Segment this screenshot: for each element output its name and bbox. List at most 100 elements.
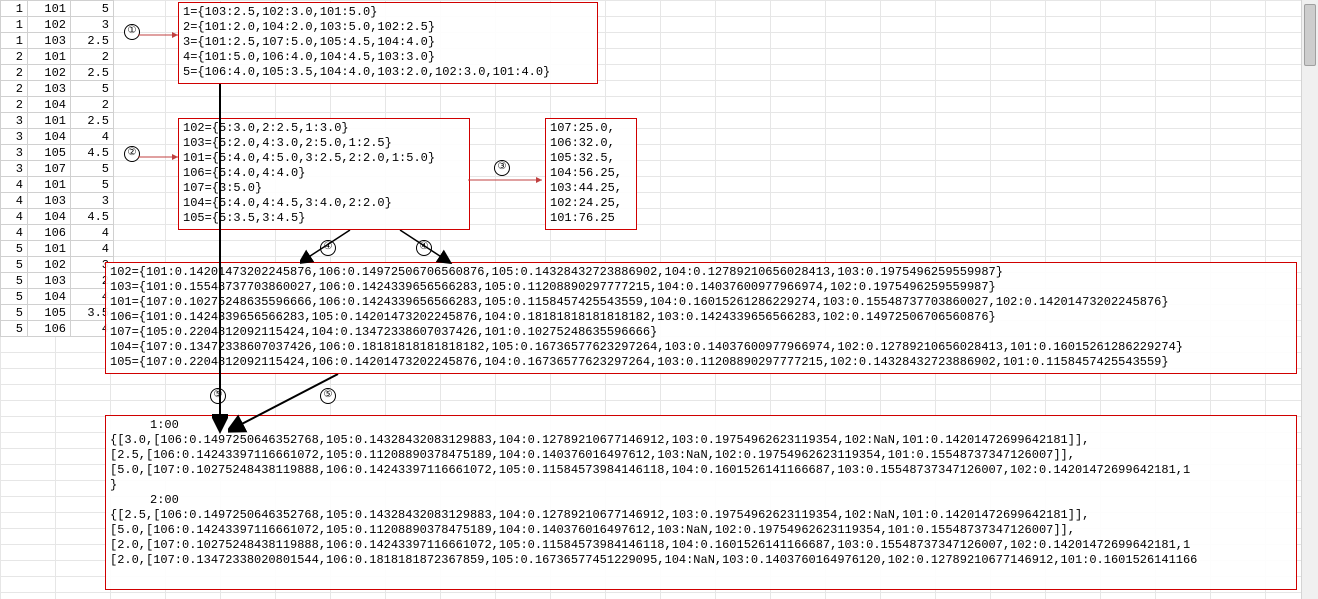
text-line: 101={107:0.10275248635596666,106:0.14243… [110,295,1292,310]
table-cell[interactable]: 101 [28,49,71,65]
table-cell[interactable]: 5 [71,1,114,17]
table-cell[interactable]: 102 [28,65,71,81]
table-cell[interactable]: 102 [28,257,71,273]
table-row: 51032 [1,273,114,289]
table-cell[interactable]: 4 [1,209,28,225]
arrow-5b [228,374,348,434]
table-cell[interactable]: 4 [1,177,28,193]
table-row: 21042 [1,97,114,113]
table-cell[interactable]: 103 [28,81,71,97]
table-row: 11015 [1,1,114,17]
table-cell[interactable]: 5 [1,241,28,257]
text-line: 102:24.25, [550,196,632,211]
table-cell[interactable]: 104 [28,209,71,225]
table-cell[interactable]: 5 [71,177,114,193]
table-row: 51044 [1,289,114,305]
text-line: 3={101:2.5,107:5.0,105:4.5,104:4.0} [183,35,593,50]
scrollbar-thumb[interactable] [1304,4,1316,66]
table-cell[interactable]: 3 [1,161,28,177]
table-cell[interactable]: 4 [71,129,114,145]
text-line: 101:76.25 [550,211,632,226]
text-line: 105={107:0.22048120921154᠎24,106:0.14201… [110,355,1292,370]
table-row: 11032.5 [1,33,114,49]
text-line: 107:25.0, [550,121,632,136]
table-cell[interactable]: 103 [28,33,71,49]
table-cell[interactable]: 101 [28,113,71,129]
table-cell[interactable]: 4.5 [71,209,114,225]
table-cell[interactable]: 5 [71,81,114,97]
text-line: 103={101:0.15548737703860027,106:0.14243… [110,280,1292,295]
table-cell[interactable]: 5 [1,321,28,337]
table-cell[interactable]: 101 [28,1,71,17]
table-cell[interactable]: 5 [1,305,28,321]
table-cell[interactable]: 4 [1,225,28,241]
text-line: 102={101:0.14201473202245876,106:0.14972… [110,265,1292,280]
text-line: 103:44.25, [550,181,632,196]
table-cell[interactable]: 103 [28,193,71,209]
table-cell[interactable]: 4 [71,225,114,241]
table-cell[interactable]: 2 [71,97,114,113]
table-cell[interactable]: 106 [28,321,71,337]
table-cell[interactable]: 2.5 [71,65,114,81]
text-line: 106={101:0.1424339656566283,105:0.142014… [110,310,1292,325]
table-cell[interactable]: 105 [28,145,71,161]
text-line: [2.0,[107:0.10275248438119888,106:0.1424… [110,538,1292,553]
data-table: 110151102311032.52101221022.521035210423… [0,0,114,337]
table-cell[interactable]: 104 [28,97,71,113]
table-row: 31044 [1,129,114,145]
table-row: 11023 [1,17,114,33]
text-line: 104={107:0.13472338607037426,106:0.18181… [110,340,1292,355]
table-cell[interactable]: 1 [1,1,28,17]
text-line: {[3.0,[106:0.14972506463527᠎68,105:0.143… [110,433,1292,448]
table-cell[interactable]: 2 [1,65,28,81]
table-cell[interactable]: 2 [1,97,28,113]
table-cell[interactable]: 5 [1,257,28,273]
table-cell[interactable]: 5 [1,273,28,289]
table-cell[interactable]: 1 [1,33,28,49]
arrow-5a [212,84,228,434]
table-cell[interactable]: 2 [71,49,114,65]
table-cell[interactable]: 3 [71,17,114,33]
table-row: 51053.5 [1,305,114,321]
table-cell[interactable]: 105 [28,305,71,321]
group-heading: 2:00 [110,493,1292,508]
table-cell[interactable]: 2 [1,49,28,65]
box-user-items: 1={103:2.5,102:3.0,101:5.0}2={101:2.0,10… [178,2,598,84]
table-cell[interactable]: 107 [28,161,71,177]
table-cell[interactable]: 102 [28,17,71,33]
text-line: 107={105:0.22048120921154᠎24,104:0.13472… [110,325,1292,340]
table-row: 31054.5 [1,145,114,161]
table-cell[interactable]: 3 [71,193,114,209]
table-cell[interactable]: 103 [28,273,71,289]
table-cell[interactable]: 4.5 [71,145,114,161]
text-line: 5={106:4.0,105:3.5,104:4.0,103:2.0,102:3… [183,65,593,80]
table-cell[interactable]: 3 [1,129,28,145]
arrow-2 [138,150,182,164]
table-cell[interactable]: 4 [71,241,114,257]
table-cell[interactable]: 104 [28,289,71,305]
arrow-4a [300,230,360,264]
table-cell[interactable]: 1 [1,17,28,33]
text-line: [5.0,[107:0.10275248438119888,106:0.1424… [110,463,1292,478]
table-cell[interactable]: 101 [28,241,71,257]
text-line: [2.5,[106:0.14243397116661072,105:0.1120… [110,448,1292,463]
table-cell[interactable]: 2.5 [71,113,114,129]
table-cell[interactable]: 104 [28,129,71,145]
vertical-scrollbar[interactable] [1301,0,1318,599]
table-cell[interactable]: 5 [1,289,28,305]
box-item-sums: 107:25.0,106:32.0,105:32.5,104:56.25,103… [545,118,637,230]
table-cell[interactable]: 2.5 [71,33,114,49]
text-line: 105:32.5, [550,151,632,166]
table-cell[interactable]: 3 [1,113,28,129]
table-cell[interactable]: 101 [28,177,71,193]
text-line: 104:56.25, [550,166,632,181]
table-cell[interactable]: 106 [28,225,71,241]
arrow-3 [468,173,546,187]
table-cell[interactable]: 2 [1,81,28,97]
arrow-4b [396,230,456,264]
table-cell[interactable]: 4 [1,193,28,209]
table-cell[interactable]: 3 [1,145,28,161]
table-cell[interactable]: 5 [71,161,114,177]
text-line: [2.0,[107:0.13472338020801544,106:0.1818… [110,553,1292,568]
table-row: 51023 [1,257,114,273]
